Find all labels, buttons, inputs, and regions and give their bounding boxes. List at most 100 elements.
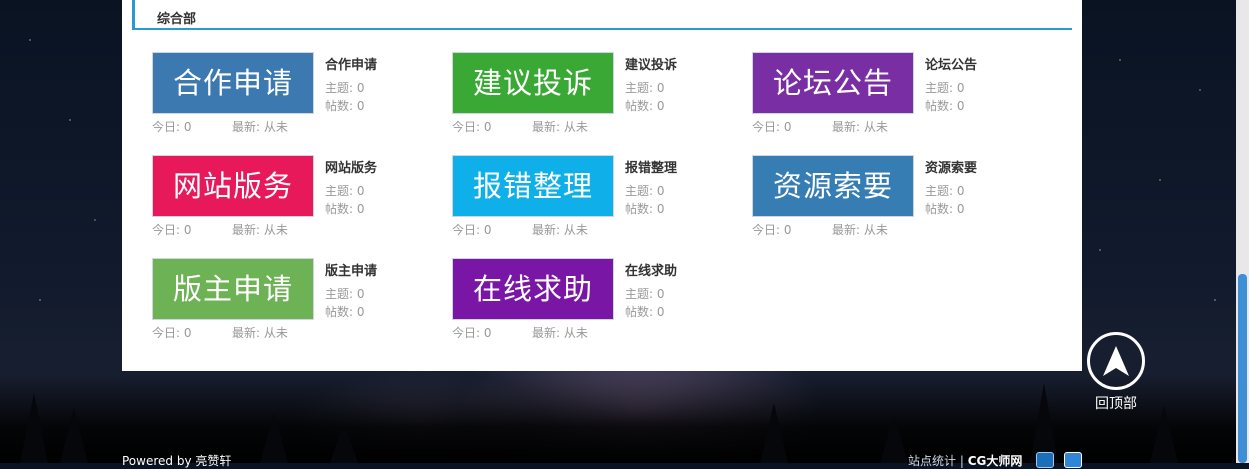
today-count: 0 [183, 120, 192, 134]
forum-banner[interactable]: 论坛公告 [752, 52, 914, 114]
topics-label: 主题: [625, 81, 654, 95]
scrollbar[interactable] [1236, 0, 1249, 463]
forum-item: 在线求助 在线求助 主题: 0 帖数: 0 今日: 0 最新: 从未 [452, 258, 742, 348]
topics-count: 0 [656, 184, 665, 198]
latest-label: 最新: [232, 326, 261, 340]
forum-latest: 最新: 从未 [532, 221, 588, 238]
topics-count: 0 [656, 81, 665, 95]
today-label: 今日: [452, 120, 481, 134]
forum-title[interactable]: 资源索要 [925, 157, 977, 176]
today-count: 0 [183, 223, 192, 237]
forum-item: 报错整理 报错整理 主题: 0 帖数: 0 今日: 0 最新: 从未 [452, 155, 742, 245]
forum-topics: 主题: 0 [325, 182, 365, 199]
today-count: 0 [483, 326, 492, 340]
topics-count: 0 [356, 81, 365, 95]
forum-item: 版主申请 版主申请 主题: 0 帖数: 0 今日: 0 最新: 从未 [152, 258, 442, 348]
topics-count: 0 [656, 287, 665, 301]
forum-title[interactable]: 网站版务 [325, 157, 377, 176]
posts-label: 帖数: [325, 305, 354, 319]
forum-posts: 帖数: 0 [325, 200, 365, 217]
today-count: 0 [183, 326, 192, 340]
posts-label: 帖数: [625, 202, 654, 216]
posts-label: 帖数: [925, 202, 954, 216]
scrollbar-thumb[interactable] [1238, 274, 1247, 463]
latest-label: 最新: [532, 326, 561, 340]
latest-value[interactable]: 从未 [564, 120, 588, 134]
forum-banner[interactable]: 报错整理 [452, 155, 614, 217]
today-label: 今日: [752, 120, 781, 134]
today-label: 今日: [152, 120, 181, 134]
forum-topics: 主题: 0 [625, 182, 665, 199]
forum-banner[interactable]: 合作申请 [152, 52, 314, 114]
posts-count: 0 [356, 202, 365, 216]
latest-value[interactable]: 从未 [564, 223, 588, 237]
forum-posts: 帖数: 0 [625, 303, 665, 320]
forum-banner[interactable]: 资源索要 [752, 155, 914, 217]
posts-count: 0 [356, 99, 365, 113]
latest-value[interactable]: 从未 [864, 223, 888, 237]
site-name-link[interactable]: CG大师网 [968, 454, 1023, 468]
section-title[interactable]: 综合部 [157, 8, 196, 27]
forum-item: 论坛公告 论坛公告 主题: 0 帖数: 0 今日: 0 最新: 从未 [752, 52, 1042, 142]
forum-today: 今日: 0 [452, 324, 492, 341]
today-label: 今日: [452, 326, 481, 340]
forum-title[interactable]: 报错整理 [625, 157, 677, 176]
latest-value[interactable]: 从未 [864, 120, 888, 134]
topics-count: 0 [356, 184, 365, 198]
topics-count: 0 [956, 81, 965, 95]
topics-label: 主题: [325, 81, 354, 95]
background-trees [0, 373, 1249, 463]
today-count: 0 [483, 223, 492, 237]
forum-title[interactable]: 合作申请 [325, 54, 377, 73]
forum-title[interactable]: 在线求助 [625, 260, 677, 279]
police-badge-icon[interactable] [1036, 452, 1054, 468]
forum-banner[interactable]: 网站版务 [152, 155, 314, 217]
forum-latest: 最新: 从未 [832, 221, 888, 238]
posts-count: 0 [956, 202, 965, 216]
today-label: 今日: [752, 223, 781, 237]
forum-banner[interactable]: 在线求助 [452, 258, 614, 320]
forum-today: 今日: 0 [152, 221, 192, 238]
latest-label: 最新: [532, 120, 561, 134]
latest-value[interactable]: 从未 [264, 326, 288, 340]
latest-value[interactable]: 从未 [564, 326, 588, 340]
forum-latest: 最新: 从未 [232, 221, 288, 238]
posts-label: 帖数: [625, 99, 654, 113]
back-to-top-button[interactable] [1087, 332, 1145, 390]
stats-link[interactable]: 站点统计 | [908, 454, 964, 468]
forum-title[interactable]: 建议投诉 [625, 54, 677, 73]
forum-latest: 最新: 从未 [832, 118, 888, 135]
forum-latest: 最新: 从未 [532, 118, 588, 135]
arrow-up-icon [1103, 346, 1129, 376]
latest-value[interactable]: 从未 [264, 120, 288, 134]
topics-label: 主题: [325, 287, 354, 301]
forum-banner[interactable]: 版主申请 [152, 258, 314, 320]
forum-topics: 主题: 0 [625, 79, 665, 96]
topics-label: 主题: [925, 184, 954, 198]
latest-value[interactable]: 从未 [264, 223, 288, 237]
back-to-top-label[interactable]: 回顶部 [1095, 393, 1137, 413]
forum-title[interactable]: 版主申请 [325, 260, 377, 279]
posts-label: 帖数: [325, 202, 354, 216]
posts-count: 0 [656, 305, 665, 319]
posts-label: 帖数: [925, 99, 954, 113]
forum-today: 今日: 0 [752, 221, 792, 238]
posts-label: 帖数: [325, 99, 354, 113]
today-label: 今日: [452, 223, 481, 237]
posts-count: 0 [656, 99, 665, 113]
forum-panel: 综合部 合作申请 合作申请 主题: 0 帖数: 0 今日: 0 最新: 从未 建议投诉 建议投… [122, 0, 1082, 371]
forum-item: 网站版务 网站版务 主题: 0 帖数: 0 今日: 0 最新: 从未 [152, 155, 442, 245]
forum-today: 今日: 0 [152, 324, 192, 341]
refresh-icon[interactable] [1064, 452, 1082, 468]
forum-banner[interactable]: 建议投诉 [452, 52, 614, 114]
forum-posts: 帖数: 0 [925, 200, 965, 217]
powered-by-link[interactable]: 亮赞轩 [195, 454, 231, 468]
forum-title[interactable]: 论坛公告 [925, 54, 977, 73]
forum-posts: 帖数: 0 [325, 97, 365, 114]
topics-label: 主题: [325, 184, 354, 198]
topics-label: 主题: [625, 287, 654, 301]
powered-by-text: Powered by [122, 454, 192, 468]
topics-count: 0 [356, 287, 365, 301]
posts-count: 0 [656, 202, 665, 216]
forum-latest: 最新: 从未 [232, 118, 288, 135]
